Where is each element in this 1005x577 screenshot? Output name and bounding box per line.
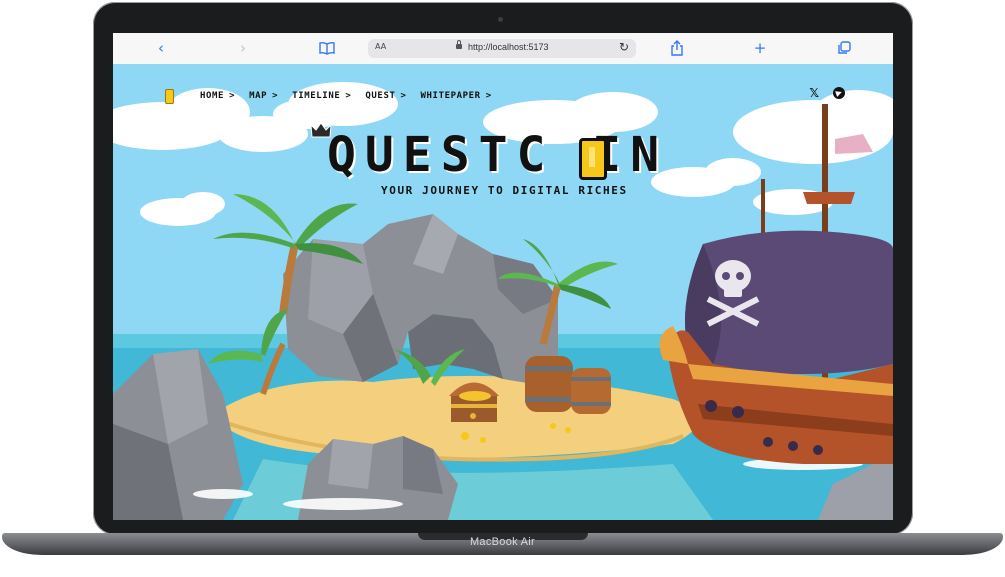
lock-icon [456,40,462,49]
chevron-right-icon: > [272,91,279,101]
text-size-button[interactable]: AA [375,42,386,51]
browser-toolbar: ‹ › AA http://localhost:5173 ↻ + [113,33,893,65]
x-twitter-icon[interactable]: 𝕏 [809,86,819,100]
book-icon [319,41,335,55]
camera-icon [498,17,503,22]
url-text: http://localhost:5173 [468,42,549,52]
web-page: HOME > MAP > TIMELINE > QUEST > WHITEPAPER > … [113,64,893,520]
reader-button[interactable] [316,39,338,57]
nav-item-timeline[interactable]: TIMELINE > [292,91,351,101]
site-nav: HOME > MAP > TIMELINE > QUEST > WHITEPAPER > [165,86,492,106]
chevron-right-icon: › [240,39,246,57]
nav-item-whitepaper[interactable]: WHITEPAPER > [421,91,492,101]
site-logo: QUESTC IN [327,127,669,183]
nav-item-home[interactable]: HOME > [200,91,235,101]
share-button[interactable] [666,39,688,57]
address-bar[interactable]: AA http://localhost:5173 ↻ [368,39,636,58]
tabs-button[interactable] [833,39,855,57]
reload-icon[interactable]: ↻ [619,40,629,54]
chevron-right-icon: > [345,91,352,101]
device-brand-label: MacBook Air [469,536,536,548]
tabs-icon [838,41,851,54]
social-links: 𝕏 [809,86,845,100]
nav-item-quest[interactable]: QUEST > [365,91,406,101]
site-tagline: YOUR JOURNEY TO DIGITAL RICHES [381,184,628,197]
coin-logo-icon[interactable] [165,88,174,104]
screen: ‹ › AA http://localhost:5173 ↻ + HOME > … [113,33,893,520]
chevron-right-icon: > [229,91,236,101]
chevron-right-icon: > [400,91,407,101]
share-icon [671,40,683,56]
telegram-icon[interactable] [833,87,845,99]
chevron-left-icon: ‹ [158,39,164,57]
back-button[interactable]: ‹ [150,39,172,57]
nav-item-map[interactable]: MAP > [249,91,278,101]
chevron-right-icon: > [485,91,492,101]
new-tab-button[interactable]: + [749,39,771,57]
logo-coin-icon [579,138,607,180]
plus-icon: + [753,39,767,57]
forward-button[interactable]: › [232,39,254,57]
